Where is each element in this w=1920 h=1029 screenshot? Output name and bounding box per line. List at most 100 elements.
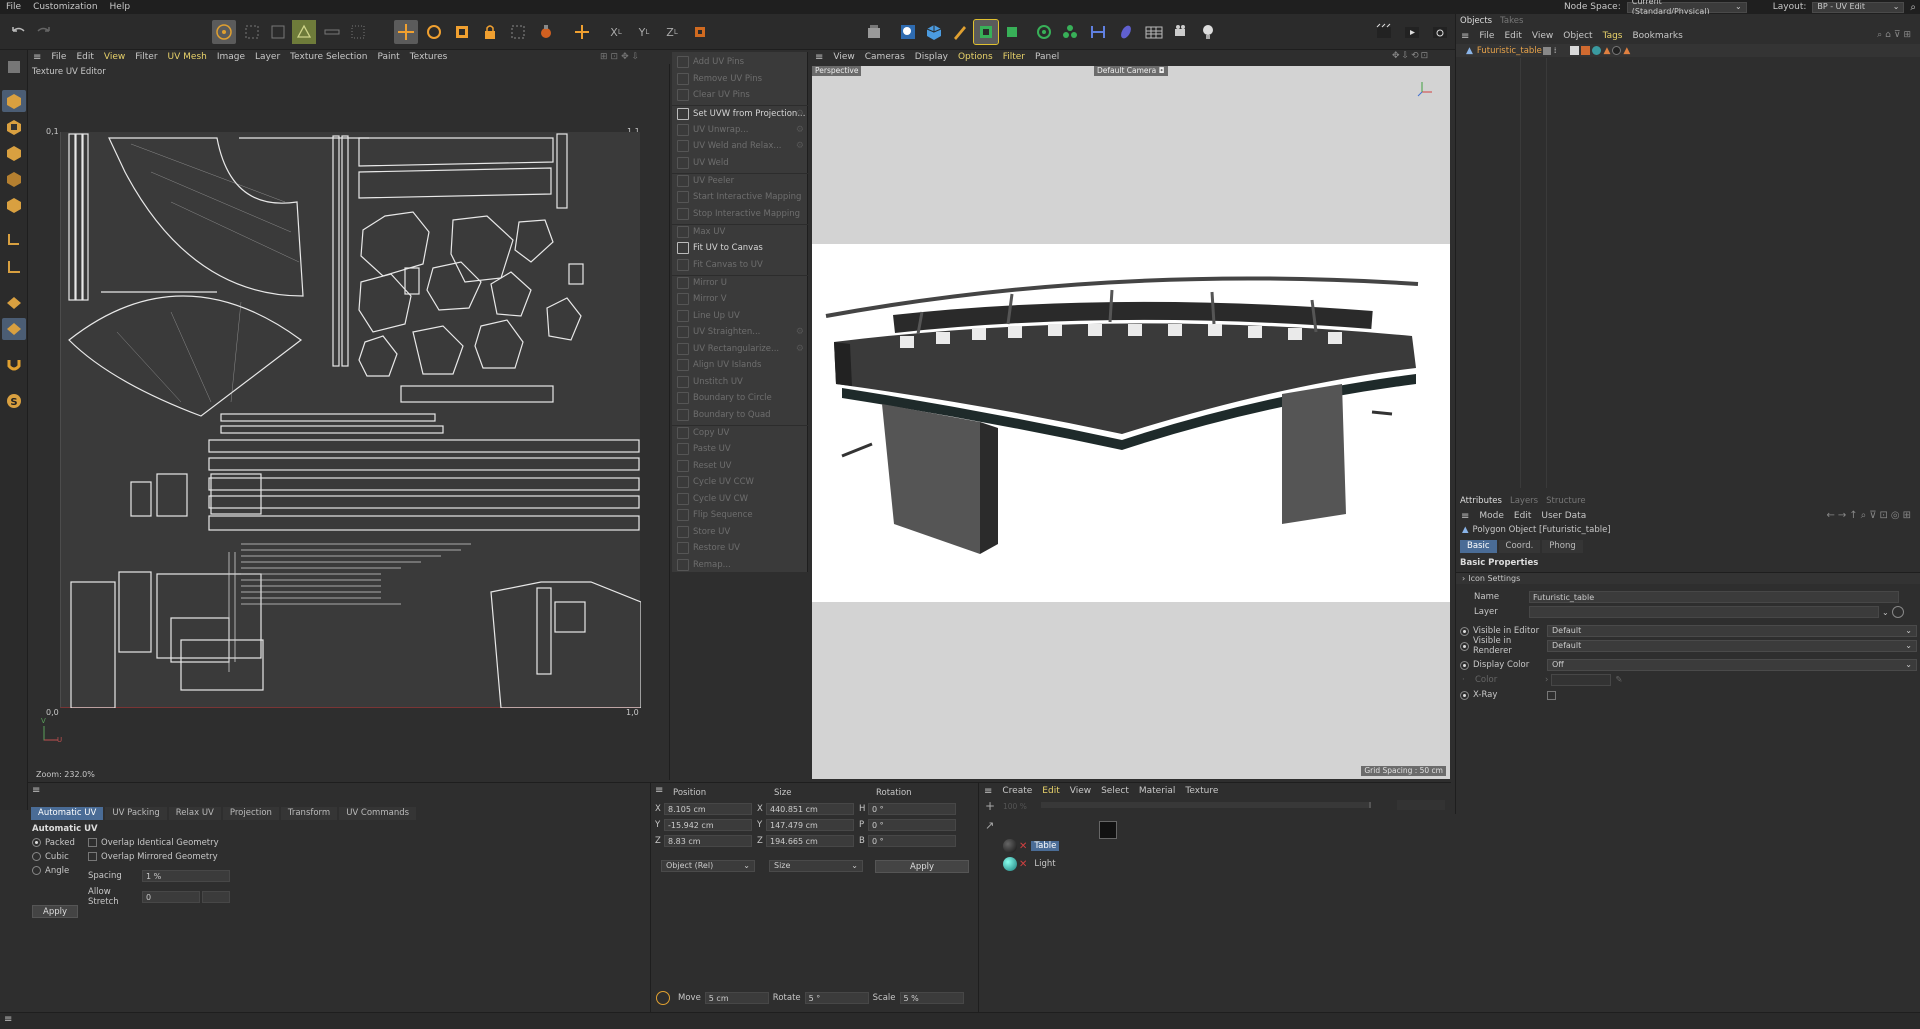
mode-cubic[interactable]: Cubic (32, 852, 69, 862)
hamburger-icon[interactable]: ≡ (32, 785, 40, 796)
animate-toggle-icon[interactable] (1460, 641, 1469, 651)
animate-toggle-icon[interactable] (1460, 660, 1469, 670)
hamburger-icon[interactable]: ≡ (979, 786, 997, 797)
polygon-selection-icon[interactable] (292, 20, 316, 44)
material-name-table[interactable]: Table (1031, 841, 1060, 851)
menu-file[interactable]: File (0, 2, 27, 12)
uv-points-icon[interactable] (896, 20, 920, 44)
undo-icon[interactable] (6, 20, 30, 44)
tab-coord[interactable]: Coord. (1498, 540, 1541, 553)
uv-command-item[interactable]: Max UV (672, 223, 808, 240)
mode-angle[interactable]: Angle (32, 866, 69, 876)
magnet-icon[interactable] (2, 354, 26, 376)
tab-layers[interactable]: Layers (1510, 496, 1538, 506)
uv-command-item[interactable]: Align UV Islands (672, 357, 808, 373)
attr-menu-mode[interactable]: Mode (1474, 511, 1509, 521)
uv-command-item[interactable]: Mirror V (672, 291, 808, 307)
coord-size-field[interactable]: 147.479 cm (766, 819, 854, 831)
mat-menu-view[interactable]: View (1065, 786, 1096, 796)
overlap-identical-option[interactable]: Overlap Identical Geometry (88, 838, 219, 848)
lock-x-icon[interactable]: XL (604, 20, 628, 44)
rotate-tool-icon[interactable] (422, 20, 446, 44)
camera-icon[interactable] (1170, 20, 1194, 44)
lasso-selection-icon[interactable] (266, 20, 290, 44)
vp-menu-panel[interactable]: Panel (1030, 52, 1064, 62)
uv-polygons-icon[interactable] (2, 292, 26, 314)
vp-menu-display[interactable]: Display (910, 52, 953, 62)
xray-checkbox[interactable] (1547, 690, 1556, 700)
icon-settings-group[interactable]: › Icon Settings (1456, 572, 1920, 584)
material-name-light[interactable]: Light (1031, 859, 1058, 869)
overlap-mirrored-option[interactable]: Overlap Mirrored Geometry (88, 852, 218, 862)
uv-command-item[interactable]: Line Up UV (672, 308, 808, 324)
coord-size-field[interactable]: 194.665 cm (766, 835, 854, 847)
hamburger-icon[interactable]: ≡ (1456, 31, 1474, 42)
objects-toolbar-icons[interactable]: ⌕⌂⊽⊞ (1877, 30, 1914, 40)
uv-command-item[interactable]: Cycle UV CW (672, 491, 808, 507)
allow-stretch-slider[interactable] (202, 891, 230, 903)
vp-menu-filter[interactable]: Filter (998, 52, 1030, 62)
obj-menu-view[interactable]: View (1527, 31, 1558, 41)
visible-editor-dropdown[interactable]: Default ⌄ (1547, 625, 1917, 637)
mat-menu-material[interactable]: Material (1134, 786, 1181, 796)
extrude-icon[interactable] (1000, 20, 1024, 44)
viewport-nav-icons[interactable]: ✥⇩⟲⊡ (1392, 51, 1430, 61)
tab-relax-uv[interactable]: Relax UV (168, 807, 221, 820)
chevron-down-icon[interactable]: ⌄ (1882, 608, 1889, 617)
uv-command-item[interactable]: UV Peeler (672, 172, 808, 189)
uv-command-item[interactable]: Reset UV (672, 458, 808, 474)
coord-apply-button[interactable]: Apply (875, 860, 969, 873)
tab-attributes[interactable]: Attributes (1460, 496, 1502, 506)
layout-dropdown[interactable]: BP - UV Edit ⌄ (1812, 1, 1905, 13)
obj-menu-file[interactable]: File (1474, 31, 1499, 41)
obj-menu-edit[interactable]: Edit (1499, 31, 1526, 41)
mode-packed[interactable]: Packed (32, 838, 75, 848)
uv-command-item[interactable]: Add UV Pins (672, 54, 808, 70)
obj-menu-bookmarks[interactable]: Bookmarks (1628, 31, 1688, 41)
uv-command-item[interactable]: Boundary to Circle (672, 390, 808, 406)
points-mode-icon[interactable] (2, 142, 26, 164)
coord-rot-field[interactable]: 0 ° (868, 819, 956, 831)
radio-packed[interactable] (32, 838, 41, 847)
hamburger-icon[interactable]: ≡ (28, 52, 46, 63)
uv-command-item[interactable]: Cycle UV CCW (672, 474, 808, 490)
coord-size-dropdown[interactable]: Size ⌄ (769, 860, 863, 872)
deformer-icon[interactable] (1032, 20, 1056, 44)
soft-selection-icon[interactable] (534, 20, 558, 44)
attr-menu-edit[interactable]: Edit (1509, 511, 1536, 521)
live-selection-icon[interactable] (212, 20, 236, 44)
snap-settings-icon[interactable] (656, 991, 670, 1005)
tweak-mode-icon[interactable] (2, 256, 26, 278)
box-selection-icon[interactable] (240, 20, 264, 44)
overlap-mirrored-checkbox[interactable] (88, 852, 97, 861)
material-tag-icon[interactable] (1592, 45, 1602, 55)
uv-nav-icons[interactable]: ⊞⊡✥⇩ (600, 52, 642, 62)
field-icon[interactable] (1086, 20, 1110, 44)
tab-objects[interactable]: Objects (1460, 16, 1492, 26)
cloner-icon[interactable] (1058, 20, 1082, 44)
ring-selection-icon[interactable] (346, 20, 370, 44)
coordinate-system-icon[interactable] (688, 20, 712, 44)
animate-toggle-icon[interactable] (1460, 626, 1469, 636)
lock-z-icon[interactable]: ZL (660, 20, 684, 44)
spline-icon[interactable] (1114, 20, 1138, 44)
uv-menu-textures[interactable]: Textures (405, 52, 453, 62)
redo-icon[interactable] (32, 20, 56, 44)
uv-command-item[interactable]: Start Interactive Mapping (672, 189, 808, 205)
tab-automatic-uv[interactable]: Automatic UV (31, 807, 104, 820)
add-icon[interactable]: + (985, 799, 1005, 813)
gear-icon[interactable]: ⚙ (796, 344, 804, 354)
polygons-mode-icon[interactable] (2, 194, 26, 216)
uv-command-item[interactable]: UV Straighten... ⚙ (672, 324, 808, 340)
coord-pos-field[interactable]: 8.105 cm (664, 803, 752, 815)
display-color-dropdown[interactable]: Off ⌄ (1547, 659, 1917, 671)
uv-command-item[interactable]: Remove UV Pins (672, 71, 808, 87)
uv-command-item[interactable]: Fit UV to Canvas (672, 240, 808, 256)
tab-uv-commands[interactable]: UV Commands (339, 807, 417, 820)
uv-command-item[interactable]: UV Rectangularize... ⚙ (672, 341, 808, 357)
texture-mode-icon[interactable] (2, 116, 26, 138)
material-tag-2-icon[interactable] (1612, 45, 1622, 55)
lock-axis-icon[interactable] (478, 20, 502, 44)
loop-selection-icon[interactable] (320, 20, 344, 44)
menu-customization[interactable]: Customization (27, 2, 103, 12)
